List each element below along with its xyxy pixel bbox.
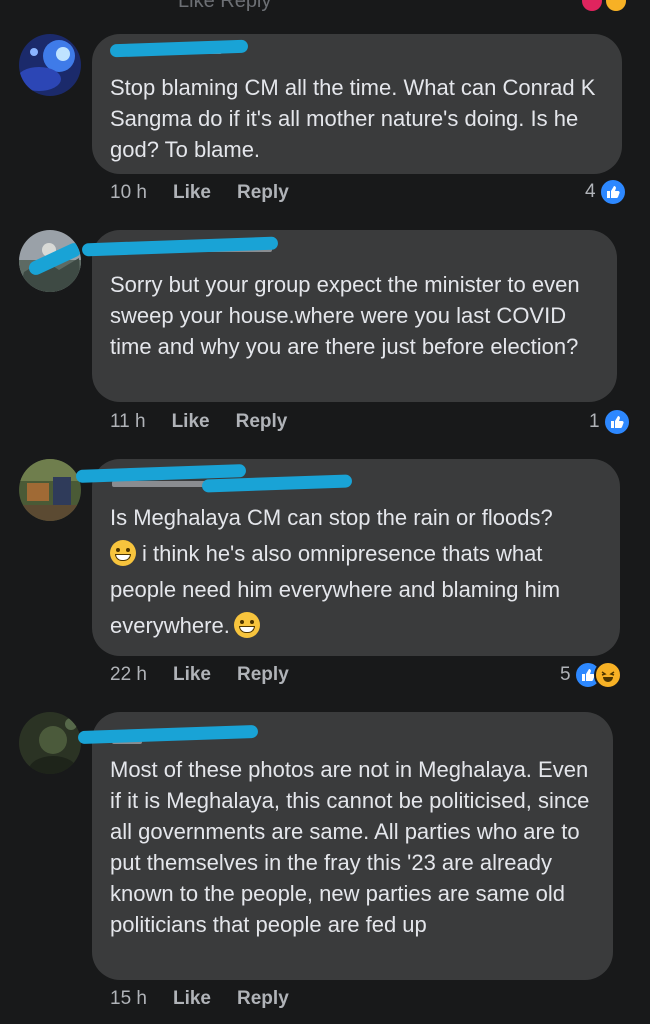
like-icon — [602, 408, 631, 436]
comment-bubble: Is Meghalaya CM can stop the rain or flo… — [75, 459, 620, 656]
previous-actions-text: Like Reply — [178, 0, 272, 12]
like-button[interactable]: Like — [172, 411, 210, 433]
comment-text: Is Meghalaya CM can stop the rain or flo… — [110, 500, 606, 644]
comment-actions: 22 h Like Reply — [110, 664, 289, 686]
grin-emoji-icon — [233, 612, 260, 638]
name-redaction — [77, 724, 259, 745]
comment-text-line1: Is Meghalaya CM can stop the rain or flo… — [110, 505, 553, 530]
previous-comment-actions: Like Reply — [0, 0, 650, 12]
comment-actions: 11 h Like Reply — [110, 411, 287, 433]
reaction-count: 1 — [589, 411, 600, 432]
like-button[interactable]: Like — [173, 664, 211, 686]
comment-actions: 15 h Like Reply — [110, 988, 289, 1010]
avatar[interactable] — [19, 712, 81, 774]
comment-text: Sorry but your group expect the minister… — [110, 272, 580, 359]
avatar[interactable] — [19, 230, 81, 292]
reply-button[interactable]: Reply — [236, 411, 288, 433]
comment-time[interactable]: 22 h — [110, 664, 147, 686]
like-icon — [598, 178, 627, 206]
name-redaction — [109, 39, 249, 58]
reaction-summary[interactable]: 4 — [585, 178, 627, 206]
comment-bubble: Most of these photos are not in Meghalay… — [77, 712, 613, 980]
like-button[interactable]: Like — [173, 988, 211, 1010]
comment-time[interactable]: 11 h — [110, 411, 146, 433]
comment-actions: 10 h Like Reply — [110, 182, 289, 204]
avatar[interactable] — [19, 34, 81, 96]
comment-bubble: Sorry but your group expect the minister… — [81, 230, 617, 402]
comment-time[interactable]: 15 h — [110, 988, 147, 1010]
comment-text: Stop blaming CM all the time. What can C… — [110, 75, 596, 162]
comment-bubble: Stop blaming CM all the time. What can C… — [92, 34, 622, 174]
reaction-summary[interactable]: 1 — [589, 408, 631, 436]
reaction-count: 4 — [585, 181, 596, 202]
reaction-summary[interactable]: 5 — [560, 661, 622, 689]
avatar[interactable] — [19, 459, 81, 521]
comment-text-part2: i think he's also omnipresence thats wha… — [110, 541, 561, 638]
reaction-count: 5 — [560, 664, 571, 685]
grin-emoji-icon — [110, 540, 136, 566]
reply-button[interactable]: Reply — [237, 182, 289, 204]
name-redaction — [81, 236, 279, 257]
reply-button[interactable]: Reply — [237, 664, 289, 686]
comment-time[interactable]: 10 h — [110, 182, 147, 204]
reply-button[interactable]: Reply — [237, 988, 289, 1010]
haha-icon — [606, 0, 626, 11]
haha-icon — [593, 661, 622, 689]
comment-text: Most of these photos are not in Meghalay… — [110, 757, 590, 937]
love-icon — [582, 0, 602, 11]
like-button[interactable]: Like — [173, 182, 211, 204]
